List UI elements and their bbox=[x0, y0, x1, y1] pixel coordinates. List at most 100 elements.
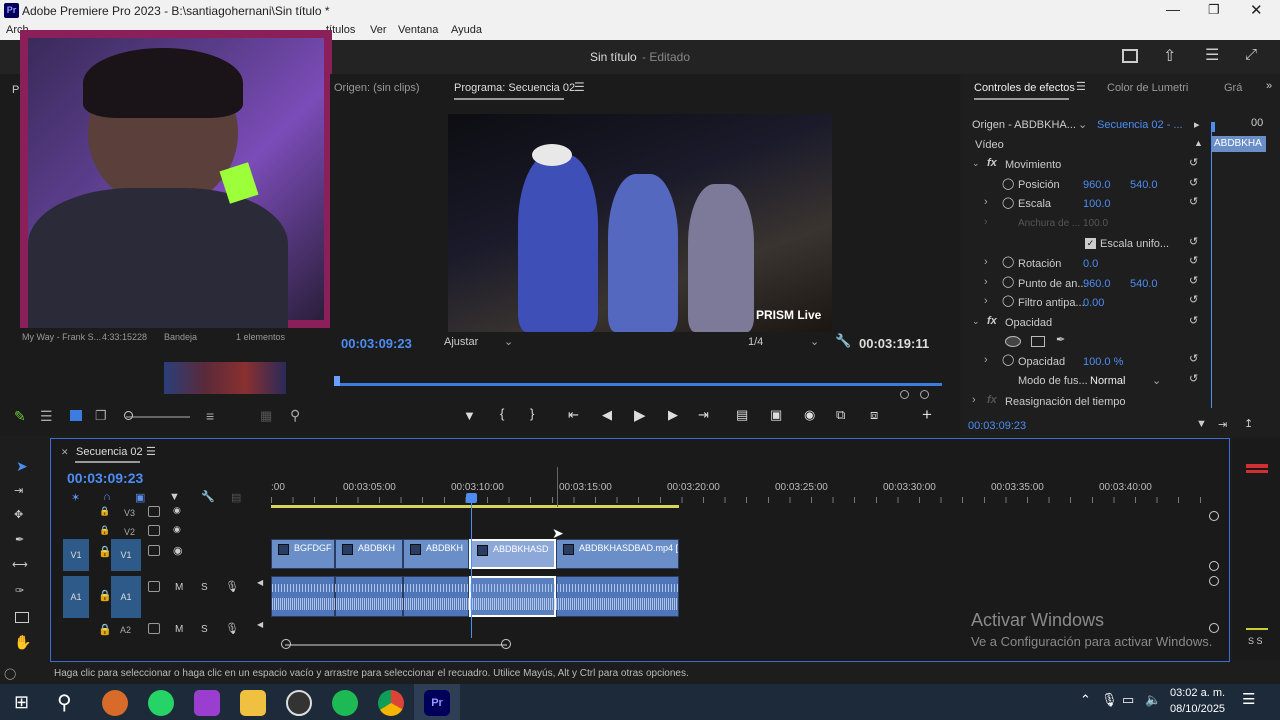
stopwatch-icon[interactable]: ◯ bbox=[1002, 177, 1014, 190]
add-marker-icon[interactable]: ▣ bbox=[135, 491, 145, 504]
collapse-up-icon[interactable]: ▲ bbox=[1194, 138, 1203, 148]
menu-ventana[interactable]: Ventana bbox=[398, 24, 438, 36]
clock-time[interactable]: 03:02 a. m. bbox=[1170, 687, 1225, 699]
more-tabs-icon[interactable]: » bbox=[1266, 80, 1272, 92]
rectangle-tool-icon[interactable] bbox=[15, 612, 29, 623]
reset-icon[interactable]: ↺ bbox=[1189, 156, 1198, 169]
hand-tool-icon[interactable]: ✋ bbox=[14, 634, 31, 651]
lock-icon[interactable]: 🔒 bbox=[99, 525, 110, 536]
app-icon-fruit[interactable] bbox=[102, 690, 128, 716]
mute-button[interactable]: M bbox=[175, 582, 183, 593]
position-y-value[interactable]: 540.0 bbox=[1130, 179, 1158, 191]
track-target-v1[interactable]: V1 bbox=[111, 539, 141, 571]
volume-icon[interactable]: 🔈 bbox=[1145, 692, 1161, 708]
pen-mask-icon[interactable]: ✒ bbox=[1056, 333, 1065, 346]
origin-dropdown[interactable]: Origen - ABDBKHA... bbox=[972, 119, 1076, 131]
uniform-scale-checkbox[interactable]: ✓ bbox=[1085, 238, 1096, 249]
quick-export-icon[interactable] bbox=[1122, 49, 1138, 63]
ripple-edit-icon[interactable]: ✥ bbox=[14, 508, 23, 521]
blend-mode-dropdown[interactable]: Normal bbox=[1090, 375, 1125, 387]
reset-icon[interactable]: ↺ bbox=[1189, 274, 1198, 287]
scroll-handle-right-icon[interactable] bbox=[920, 390, 929, 399]
captions-icon[interactable]: ▤ bbox=[231, 491, 241, 504]
share-icon[interactable]: ⇧ bbox=[1163, 46, 1176, 66]
export-icon[interactable]: ↥ bbox=[1244, 417, 1253, 430]
go-to-in-icon[interactable]: ⇤ bbox=[568, 407, 579, 423]
expand-chevron-icon[interactable]: › bbox=[984, 196, 988, 208]
audio-clip[interactable] bbox=[335, 576, 403, 617]
list-view-icon[interactable]: ☰ bbox=[40, 408, 53, 425]
wrench-icon[interactable]: 🔧 bbox=[835, 333, 851, 349]
lock-icon[interactable]: 🔒 bbox=[98, 589, 112, 602]
selection-tool-icon[interactable]: ➤ bbox=[16, 458, 28, 475]
zoom-handle-icon[interactable] bbox=[124, 411, 133, 420]
go-to-out-icon[interactable]: ⇥ bbox=[698, 407, 709, 423]
fit-dropdown[interactable]: Ajustar bbox=[444, 336, 478, 348]
program-scrub-bar[interactable] bbox=[336, 383, 942, 386]
toggle-sync-icon[interactable] bbox=[148, 581, 160, 592]
restore-icon[interactable]: ❐ bbox=[1208, 2, 1220, 18]
reset-icon[interactable]: ↺ bbox=[1189, 254, 1198, 267]
search-taskbar-icon[interactable]: ⚲ bbox=[57, 690, 72, 715]
extract-icon[interactable]: ▣ bbox=[770, 407, 782, 423]
toggle-sync-icon[interactable] bbox=[148, 623, 160, 634]
eye-icon[interactable]: ◉ bbox=[173, 524, 181, 535]
lock-icon[interactable]: 🔒 bbox=[99, 506, 110, 517]
program-timecode[interactable]: 00:03:09:23 bbox=[341, 336, 412, 351]
track-expand-icon[interactable]: ◀ bbox=[257, 578, 263, 587]
step-forward-icon[interactable]: ▶ bbox=[668, 407, 678, 423]
track-expand-icon[interactable]: ◀ bbox=[257, 620, 263, 629]
reset-icon[interactable]: ↺ bbox=[1189, 235, 1198, 248]
position-x-value[interactable]: 960.0 bbox=[1083, 179, 1111, 191]
notifications-icon[interactable]: ☰ bbox=[1242, 690, 1255, 708]
opacity-value[interactable]: 100.0 % bbox=[1083, 356, 1123, 368]
anchor-y-value[interactable]: 540.0 bbox=[1130, 278, 1158, 290]
video-clip-selected[interactable]: ABDBKHASD bbox=[469, 539, 556, 569]
reset-icon[interactable]: ↺ bbox=[1189, 293, 1198, 306]
expand-chevron-icon[interactable]: › bbox=[984, 256, 988, 268]
effects-menu-icon[interactable]: ☰ bbox=[1076, 80, 1086, 93]
anchor-x-value[interactable]: 960.0 bbox=[1083, 278, 1111, 290]
audio-clip-selected[interactable] bbox=[469, 576, 556, 617]
close-icon[interactable]: ✕ bbox=[1250, 1, 1263, 19]
file-explorer-icon[interactable] bbox=[240, 690, 266, 716]
expand-chevron-icon[interactable]: › bbox=[972, 394, 976, 406]
video-clip[interactable]: BGFDGF bbox=[271, 539, 335, 569]
video-clip[interactable]: ABDBKH bbox=[335, 539, 403, 569]
opacity-collapse-icon[interactable]: ⌄ bbox=[972, 316, 980, 327]
close-sequence-icon[interactable]: ✕ bbox=[61, 447, 69, 458]
vertical-zoom-handle-icon[interactable] bbox=[1209, 561, 1219, 571]
mark-out-icon[interactable]: } bbox=[530, 406, 534, 421]
resolution-dropdown[interactable]: 1/4 bbox=[748, 336, 763, 348]
tray-chevron-icon[interactable]: ⌃ bbox=[1080, 692, 1091, 708]
search-icon[interactable]: ⚲ bbox=[290, 407, 300, 424]
new-bin-icon[interactable]: ▦ bbox=[260, 408, 272, 424]
expand-chevron-icon[interactable]: › bbox=[984, 216, 988, 228]
compare-view-icon[interactable]: ⧉ bbox=[836, 407, 845, 423]
minimize-icon[interactable]: — bbox=[1166, 1, 1180, 17]
project-item-name[interactable]: My Way - Frank S... bbox=[22, 332, 101, 342]
video-clip[interactable]: ABDBKH bbox=[403, 539, 469, 569]
tab-lumetri-color[interactable]: Color de Lumetri bbox=[1107, 82, 1188, 94]
work-area-bar[interactable] bbox=[271, 505, 679, 508]
stopwatch-icon[interactable]: ◯ bbox=[1002, 255, 1014, 268]
tab-graphics[interactable]: Grá bbox=[1224, 82, 1242, 94]
icon-view-icon[interactable] bbox=[70, 410, 82, 421]
marker-icon[interactable]: ▼ bbox=[169, 491, 180, 503]
source-patch-a1[interactable]: A1 bbox=[63, 576, 89, 618]
play-icon[interactable]: ▶ bbox=[634, 406, 646, 424]
tab-effect-controls[interactable]: Controles de efectos bbox=[974, 82, 1075, 94]
sequence-tab[interactable]: Secuencia 02 bbox=[76, 446, 143, 458]
app-icon-purple[interactable] bbox=[194, 690, 220, 716]
rotation-value[interactable]: 0.0 bbox=[1083, 258, 1098, 270]
track-select-icon[interactable]: ⇥ bbox=[14, 484, 23, 497]
antiflicker-value[interactable]: 0.00 bbox=[1083, 297, 1104, 309]
timeline-playhead[interactable] bbox=[471, 495, 472, 638]
play-only-audio-icon[interactable]: ⇥ bbox=[1218, 418, 1227, 431]
expand-chevron-icon[interactable]: › bbox=[984, 295, 988, 307]
track-target-a1[interactable]: A1 bbox=[111, 576, 141, 618]
expand-chevron-icon[interactable]: › bbox=[984, 276, 988, 288]
lift-icon[interactable]: ▤ bbox=[736, 407, 748, 423]
sequence-link[interactable]: Secuencia 02 - ... bbox=[1097, 119, 1183, 131]
tray-microphone-icon[interactable]: 🎙 bbox=[1101, 692, 1118, 708]
